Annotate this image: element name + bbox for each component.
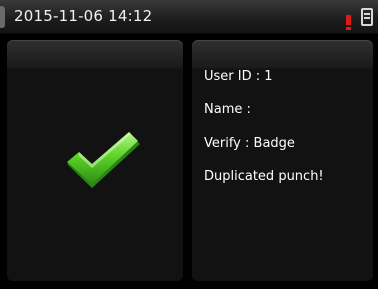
user-id-text: User ID : 1 <box>204 69 273 84</box>
datetime-display: 2015-11-06 14:12 <box>14 7 153 25</box>
device-icon <box>359 8 375 28</box>
status-message: Duplicated punch! <box>204 169 324 184</box>
checkmark-icon <box>67 132 140 188</box>
attendance-screen: 2015-11-06 14:12 User ID: 1 Name: Veri… <box>0 0 378 289</box>
status-bar: 2015-11-06 14:12 <box>0 0 378 34</box>
name-text: Name : <box>204 102 251 117</box>
verify-text: Verify : Badge <box>204 136 295 151</box>
exclamation-icon <box>346 15 351 30</box>
result-panel <box>7 40 183 281</box>
